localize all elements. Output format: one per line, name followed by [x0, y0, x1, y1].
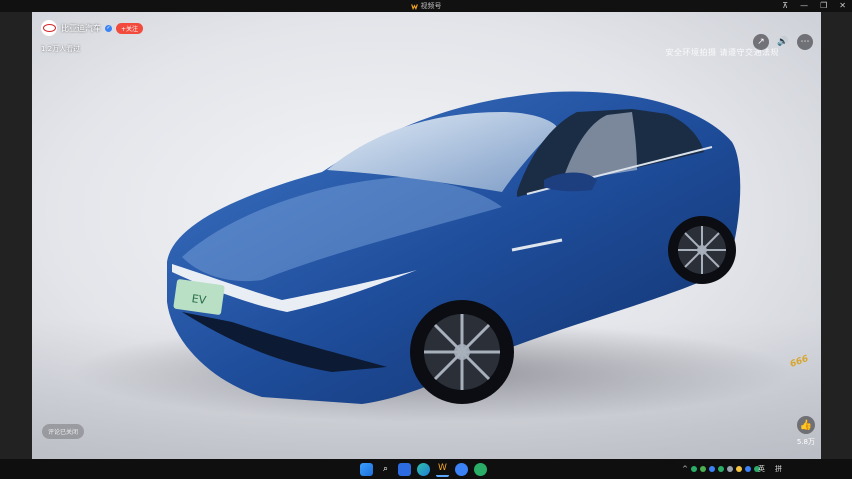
search-icon[interactable]: ⌕	[379, 463, 392, 476]
maximize-button[interactable]: ❐	[820, 0, 827, 12]
video-channel-icon[interactable]: W	[436, 462, 449, 477]
windows-start-icon[interactable]	[360, 462, 373, 476]
brand-logo-icon	[42, 24, 56, 32]
svg-text:EV: EV	[191, 292, 208, 307]
tray-app-icon[interactable]	[745, 466, 751, 472]
follow-button[interactable]: +关注	[116, 22, 144, 34]
tray-app-icon[interactable]	[718, 466, 724, 472]
tray-app-icon[interactable]	[700, 466, 706, 472]
input-mode[interactable]: 拼	[775, 459, 782, 479]
tray-chevron-icon[interactable]: ^	[682, 465, 688, 473]
top-right-controls: ↗ 🔊 ⋯	[753, 34, 813, 50]
video-stage[interactable]: EV 比亚迪汽车 ✓ +关注 1.2万人看过 安全环境拍摄 请遵守交通法规 ↗ …	[0, 12, 852, 459]
input-language[interactable]: 英	[758, 459, 765, 479]
tray-app-icon[interactable]	[709, 466, 715, 472]
window-titlebar: 视频号 ⊼ — ❐ ✕	[0, 0, 852, 12]
tray-wechat-icon[interactable]	[691, 466, 697, 472]
pin-button[interactable]: ⊼	[782, 0, 788, 12]
verified-icon: ✓	[105, 24, 112, 32]
tray-app-icon[interactable]	[727, 466, 733, 472]
close-button[interactable]: ✕	[839, 0, 846, 12]
publisher-info: 比亚迪汽车 ✓ +关注	[41, 20, 144, 36]
like-control: 👍 5.8万	[797, 416, 815, 447]
video-frame[interactable]: EV 比亚迪汽车 ✓ +关注 1.2万人看过 安全环境拍摄 请遵守交通法规 ↗ …	[32, 12, 821, 459]
view-count: 1.2万人看过	[41, 45, 81, 53]
browser-icon[interactable]	[455, 462, 468, 476]
avatar[interactable]	[41, 20, 57, 36]
minimize-button[interactable]: —	[800, 0, 808, 12]
widgets-icon[interactable]	[398, 462, 411, 476]
system-tray: ^	[682, 459, 760, 479]
volume-icon[interactable]: 🔊	[775, 34, 791, 50]
more-icon[interactable]: ⋯	[797, 34, 813, 50]
window-title: 视频号	[410, 1, 442, 11]
taskbar: ⌕ W ^ 英 拼	[0, 459, 852, 479]
like-count: 5.8万	[796, 438, 815, 446]
car-image: EV	[72, 91, 792, 422]
taskbar-apps: ⌕ W	[360, 459, 487, 479]
comments-status: 评论已关闭	[42, 424, 85, 439]
video-channel-icon	[410, 3, 418, 10]
publisher-name[interactable]: 比亚迪汽车	[61, 23, 101, 34]
share-icon[interactable]: ↗	[753, 34, 769, 50]
like-icon[interactable]: 👍	[796, 416, 815, 434]
window-title-text: 视频号	[420, 2, 442, 10]
tray-app-icon[interactable]	[736, 466, 742, 472]
wechat-icon[interactable]	[474, 462, 487, 476]
edge-icon[interactable]	[417, 462, 430, 476]
